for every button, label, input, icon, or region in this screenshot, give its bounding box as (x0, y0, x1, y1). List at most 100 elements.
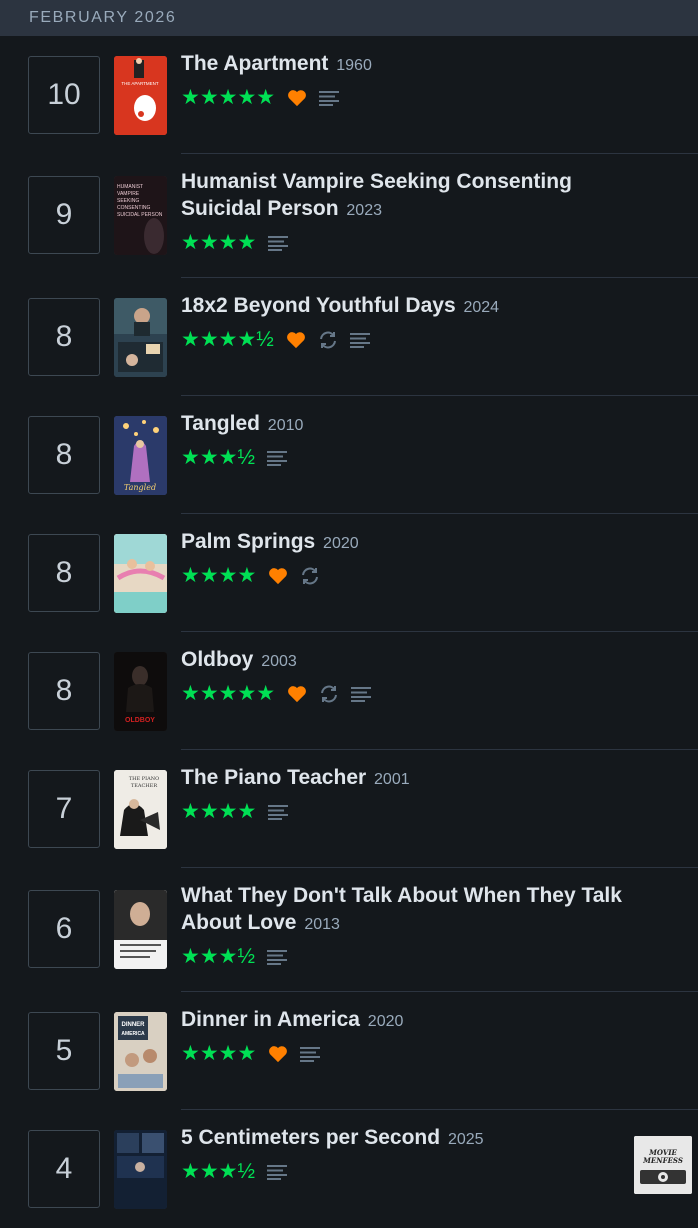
film-year[interactable]: 2023 (346, 202, 382, 219)
film-title[interactable]: The Piano Teacher (181, 766, 366, 789)
rewatch-icon (300, 566, 320, 586)
poster-art: Tangled (114, 416, 167, 495)
svg-text:THE PIANO: THE PIANO (129, 776, 159, 782)
film-poster[interactable]: Tangled (114, 416, 167, 495)
svg-text:VAMPIRE: VAMPIRE (117, 191, 140, 197)
film-title[interactable]: 5 Centimeters per Second (181, 1126, 440, 1149)
film-poster[interactable]: HUMANIST VAMPIRE SEEKING CONSENTING SUIC… (114, 176, 167, 255)
film-poster[interactable]: THE PIANO TEACHER (114, 770, 167, 849)
film-title-line[interactable]: The Apartment 1960 (181, 50, 658, 79)
film-title-line[interactable]: Tangled 2010 (181, 410, 658, 439)
day-number[interactable]: 8 (28, 652, 100, 730)
film-year[interactable]: 2024 (463, 299, 499, 316)
review-lines-icon[interactable] (267, 1164, 287, 1180)
rewatch-icon (319, 684, 339, 704)
review-lines-icon[interactable] (268, 804, 289, 820)
svg-text:CONSENTING: CONSENTING (117, 205, 150, 211)
film-year[interactable]: 2001 (374, 771, 410, 788)
day-number[interactable]: 4 (28, 1130, 100, 1208)
star-rating: ★★★★ (181, 231, 257, 254)
svg-text:TEACHER: TEACHER (131, 783, 157, 789)
diary-entry[interactable]: 8 OLDBOY Oldboy 2003 ★★★★★ (0, 632, 698, 750)
poster-text: OLDBOY (125, 717, 155, 724)
day-number[interactable]: 6 (28, 890, 100, 968)
film-title-line[interactable]: Humanist Vampire Seeking Consenting Suic… (181, 168, 658, 224)
day-number[interactable]: 8 (28, 416, 100, 494)
film-title[interactable]: What They Don't Talk About When They Tal… (181, 884, 622, 934)
film-title-line[interactable]: The Piano Teacher 2001 (181, 764, 658, 793)
diary-entry[interactable]: 8 Palm Springs 2020 ★★★★ (0, 514, 698, 632)
day-number[interactable]: 8 (28, 534, 100, 612)
svg-text:HUMANIST: HUMANIST (117, 184, 143, 190)
film-poster[interactable] (114, 890, 167, 969)
diary-entry[interactable]: 7 THE PIANO TEACHER The Piano Teacher 20… (0, 750, 698, 868)
star-rating: ★★★★ (181, 800, 257, 823)
film-title-line[interactable]: 18x2 Beyond Youthful Days 2024 (181, 292, 658, 321)
poster-art: DINNER AMERICA (114, 1012, 167, 1091)
diary-entry[interactable]: 8 Tangled Tangled 2010 ★★★½ (0, 396, 698, 514)
diary-entry[interactable]: 10 THE APARTMENT The Apartment 1960 ★★★★… (0, 36, 698, 154)
film-title[interactable]: Dinner in America (181, 1008, 360, 1031)
like-heart-icon (287, 685, 307, 703)
film-title[interactable]: Tangled (181, 412, 260, 435)
film-title-line[interactable]: Dinner in America 2020 (181, 1006, 658, 1035)
day-number[interactable]: 7 (28, 770, 100, 848)
film-year[interactable]: 2020 (368, 1013, 404, 1030)
day-number[interactable]: 10 (28, 56, 100, 134)
film-title-line[interactable]: Palm Springs 2020 (181, 528, 658, 557)
like-heart-icon (287, 89, 307, 107)
month-header: FEBRUARY 2026 (0, 0, 698, 36)
review-lines-icon[interactable] (319, 90, 340, 106)
diary-entry[interactable]: 5 DINNER AMERICA Dinner in America 2020 … (0, 992, 698, 1110)
star-rating: ★★★★★ (181, 682, 276, 705)
poster-art: HUMANIST VAMPIRE SEEKING CONSENTING SUIC… (114, 176, 167, 255)
film-title-line[interactable]: What They Don't Talk About When They Tal… (181, 882, 658, 938)
diary-entry[interactable]: 6 What They Don't Talk About When They T… (0, 868, 698, 992)
svg-text:DINNER: DINNER (121, 1022, 145, 1028)
film-poster[interactable] (114, 298, 167, 377)
like-heart-icon (268, 1045, 288, 1063)
film-year[interactable]: 2003 (261, 653, 297, 670)
review-lines-icon[interactable] (268, 235, 289, 251)
film-title-line[interactable]: 5 Centimeters per Second 2025 (181, 1124, 658, 1153)
star-rating: ★★★★½ (181, 328, 274, 351)
diary-list: 10 THE APARTMENT The Apartment 1960 ★★★★… (0, 36, 698, 1228)
film-title[interactable]: Oldboy (181, 648, 253, 671)
review-lines-icon[interactable] (267, 949, 287, 965)
diary-entry[interactable]: 9 HUMANIST VAMPIRE SEEKING CONSENTING SU… (0, 154, 698, 278)
film-poster[interactable] (114, 1130, 167, 1209)
poster-art (114, 298, 167, 377)
day-number[interactable]: 9 (28, 176, 100, 254)
film-poster[interactable]: DINNER AMERICA (114, 1012, 167, 1091)
like-heart-icon (268, 567, 288, 585)
film-title[interactable]: The Apartment (181, 52, 328, 75)
review-lines-icon[interactable] (300, 1046, 321, 1062)
poster-art (114, 890, 167, 969)
like-heart-icon (286, 331, 306, 349)
day-number[interactable]: 5 (28, 1012, 100, 1090)
film-year[interactable]: 1960 (336, 57, 372, 74)
rewatch-icon (318, 330, 338, 350)
review-lines-icon[interactable] (349, 332, 370, 348)
film-poster[interactable]: OLDBOY (114, 652, 167, 731)
poster-art (114, 1130, 167, 1209)
review-lines-icon[interactable] (267, 450, 287, 466)
svg-text:SUICIDAL PERSON: SUICIDAL PERSON (117, 212, 163, 218)
film-title[interactable]: 18x2 Beyond Youthful Days (181, 294, 456, 317)
poster-art (114, 534, 167, 613)
film-poster[interactable]: THE APARTMENT (114, 56, 167, 135)
film-title[interactable]: Palm Springs (181, 530, 315, 553)
watermark-art: MOVIE MENFESS (634, 1136, 692, 1194)
star-rating: ★★★½ (181, 1160, 255, 1183)
film-year[interactable]: 2020 (323, 535, 359, 552)
film-title-line[interactable]: Oldboy 2003 (181, 646, 658, 675)
diary-entry[interactable]: 4 5 Centimeters per Second 2025 ★★★½ (0, 1110, 698, 1228)
month-label: FEBRUARY 2026 (29, 9, 177, 26)
day-number[interactable]: 8 (28, 298, 100, 376)
film-year[interactable]: 2010 (268, 417, 304, 434)
film-poster[interactable] (114, 534, 167, 613)
film-year[interactable]: 2025 (448, 1131, 484, 1148)
film-year[interactable]: 2013 (304, 916, 340, 933)
review-lines-icon[interactable] (351, 686, 372, 702)
diary-entry[interactable]: 8 18x2 Beyond Youthful Days 2024 ★★★★½ (0, 278, 698, 396)
